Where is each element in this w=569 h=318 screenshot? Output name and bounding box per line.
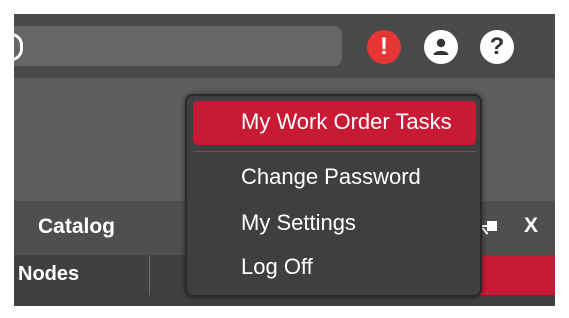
search-icon [14, 33, 23, 61]
menu-item-my-settings[interactable]: My Settings [193, 202, 476, 246]
menu-item-label: My Settings [241, 210, 356, 235]
user-silhouette-icon [433, 38, 449, 55]
menu-item-log-off[interactable]: Log Off [193, 246, 476, 290]
menu-item-change-password[interactable]: Change Password [193, 156, 476, 200]
pin-icon[interactable] [481, 219, 499, 237]
search-input[interactable] [14, 26, 342, 66]
user-menu: My Work Order Tasks Change Password My S… [185, 94, 482, 297]
tab-nodes[interactable]: Nodes [14, 255, 150, 295]
user-icon[interactable] [424, 30, 458, 64]
help-symbol: ? [489, 33, 505, 60]
alert-symbol: ! [380, 33, 388, 60]
tab-nodes-label: Nodes [18, 263, 80, 285]
help-icon[interactable]: ? [480, 30, 514, 64]
close-icon[interactable]: X [524, 214, 538, 238]
menu-item-my-work-order-tasks[interactable]: My Work Order Tasks [193, 101, 476, 145]
menu-item-label: Change Password [241, 164, 421, 189]
menu-divider [193, 151, 476, 152]
menu-item-label: My Work Order Tasks [241, 109, 452, 134]
tab-catalog[interactable]: Catalog [38, 215, 115, 239]
alert-icon[interactable]: ! [367, 30, 401, 64]
top-bar: ! ? [14, 14, 555, 78]
menu-item-label: Log Off [241, 254, 313, 279]
app-window: ! ? Catalog X Nodes es My Work Ord [14, 14, 555, 306]
